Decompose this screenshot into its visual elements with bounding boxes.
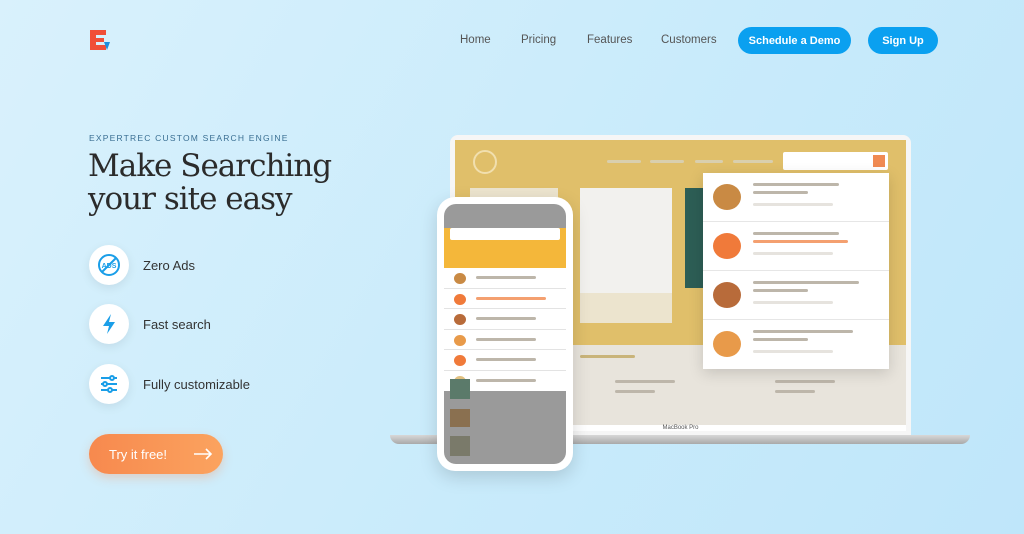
schedule-demo-button[interactable]: Schedule a Demo (738, 27, 851, 54)
cta-label: Try it free! (109, 446, 168, 462)
nav-pricing[interactable]: Pricing (521, 34, 556, 46)
try-it-free-button[interactable]: Try it free! (89, 434, 223, 474)
nav-features[interactable]: Features (587, 34, 632, 46)
feature-label: Fully customizable (143, 376, 250, 392)
feature-label: Zero Ads (143, 257, 196, 273)
nav-home[interactable]: Home (460, 34, 491, 46)
feature-customizable: Fully customizable (89, 364, 250, 404)
feature-fast-search: Fast search (89, 304, 211, 344)
expertrec-logo[interactable] (88, 29, 112, 51)
title-line-1: Make Searching (88, 148, 332, 184)
sliders-icon (89, 364, 129, 404)
no-ads-icon: ADS (89, 245, 129, 285)
feature-zero-ads: ADS Zero Ads (89, 245, 195, 285)
lightning-icon (89, 304, 129, 344)
sign-up-button[interactable]: Sign Up (868, 27, 938, 54)
feature-label: Fast search (143, 316, 211, 332)
nav-customers[interactable]: Customers (661, 34, 717, 46)
title-line-2: your site easy (88, 181, 293, 217)
search-results-panel (703, 173, 889, 369)
page-title: Make Searching your site easy (88, 148, 332, 217)
arrow-right-icon (194, 448, 213, 460)
hero-eyebrow: EXPERTREC CUSTOM SEARCH ENGINE (89, 133, 289, 143)
phone-mockup (437, 197, 573, 471)
